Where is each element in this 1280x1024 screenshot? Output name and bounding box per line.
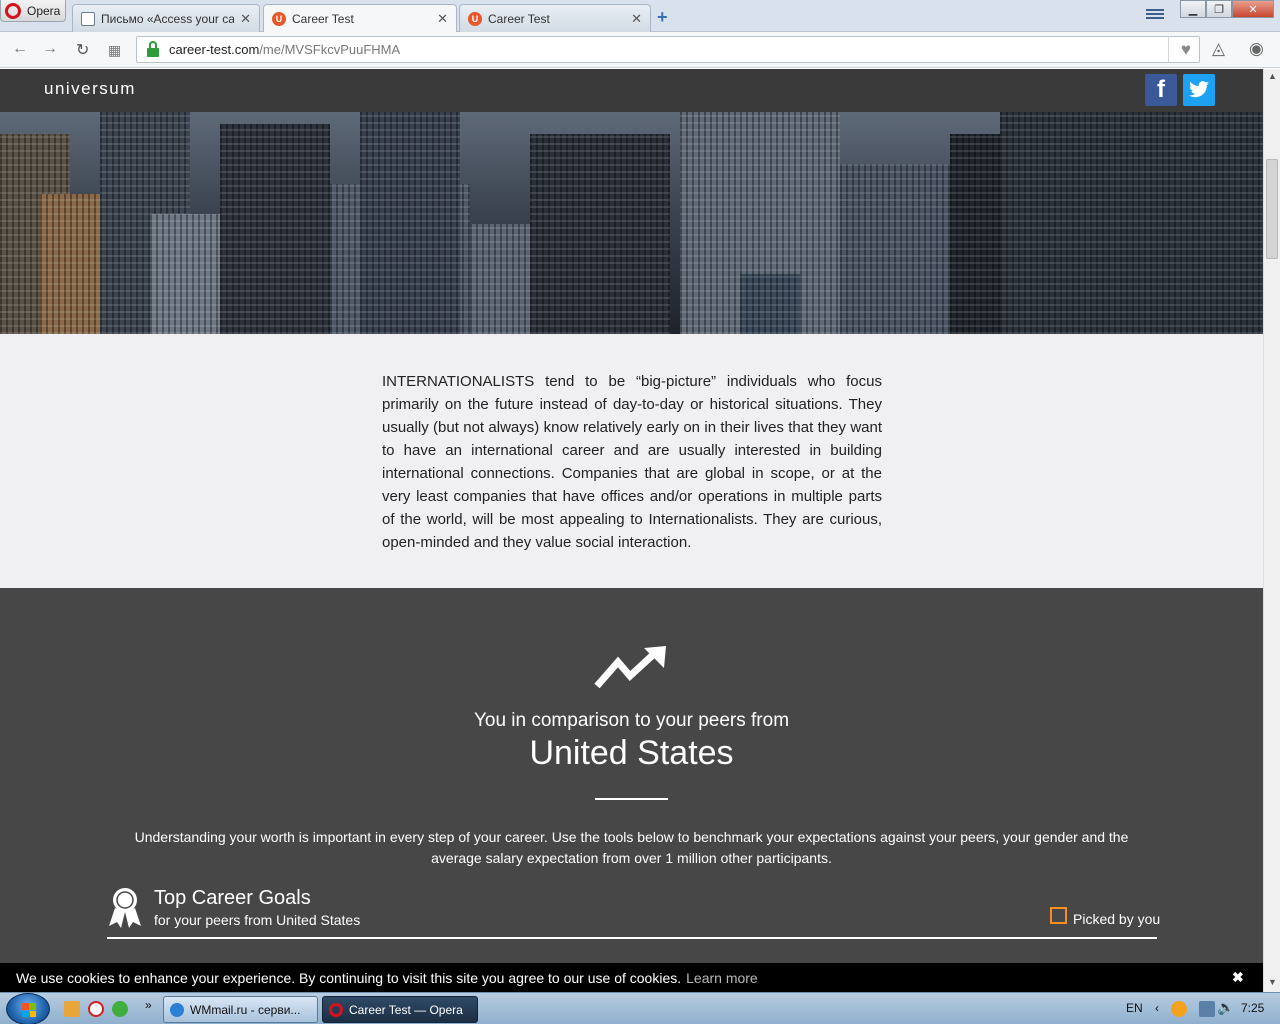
maximize-button[interactable]: ❐ (1206, 0, 1232, 18)
tab-close-icon[interactable]: ✕ (631, 11, 642, 27)
trending-up-icon (594, 646, 666, 689)
taskbar-item-label: WMmail.ru - серви... (190, 1002, 301, 1017)
speed-dial-grid-icon[interactable]: ▦ (108, 42, 121, 59)
forward-arrow-icon[interactable]: → (42, 40, 58, 58)
tab-title: Career Test (488, 11, 550, 26)
comparison-country: United States (529, 734, 734, 772)
page-scrollbar[interactable]: ▲ ▼ (1263, 69, 1280, 992)
volume-icon[interactable]: 🔈 (1217, 999, 1234, 1016)
windows-taskbar: » WMmail.ru - серви... Career Test — Ope… (0, 992, 1280, 1024)
tab-close-icon[interactable]: ✕ (437, 11, 448, 27)
reload-icon[interactable]: ↻ (76, 40, 89, 60)
profile-description-text: INTERNATIONALISTS tend to be “big-pictur… (382, 373, 882, 551)
cookie-text: We use cookies to enhance your experienc… (16, 969, 682, 986)
cookie-banner: We use cookies to enhance your experienc… (0, 963, 1263, 992)
top-career-goals-subtitle: for your peers from United States (154, 912, 361, 928)
universum-favicon-icon: U (272, 12, 286, 26)
comparison-description: Understanding your worth is important in… (134, 829, 1129, 866)
tab-mail[interactable]: Письмо «Access your care ✕ (72, 4, 260, 32)
yandex-browser-icon[interactable] (88, 1001, 104, 1017)
opera-menu-label: Opera (27, 3, 61, 18)
site-header: universum f t (0, 69, 1263, 112)
close-window-button[interactable]: ✕ (1232, 0, 1274, 18)
award-ribbon-icon (109, 888, 141, 928)
address-bar[interactable]: career-test.com/me/MVSFkcvPuuFHMA ♥ (136, 36, 1200, 63)
address-separator (1168, 37, 1169, 62)
scroll-down-arrow-icon[interactable]: ▼ (1268, 977, 1277, 987)
opera-menu-button[interactable]: Opera (0, 0, 66, 22)
section-divider (595, 798, 668, 800)
lock-icon (147, 40, 159, 57)
start-button[interactable] (6, 993, 50, 1024)
facebook-glyph: f (1157, 76, 1165, 103)
browser-navbar: ← → ↻ ▦ career-test.com/me/MVSFkcvPuuFHM… (0, 32, 1280, 68)
opera-logo-icon (5, 2, 21, 19)
top-career-goals-title: Top Career Goals (154, 887, 311, 909)
internet-explorer-icon (170, 1002, 184, 1017)
hero-cityscape-image (0, 112, 1263, 334)
taskbar-item-opera[interactable]: Career Test — Opera (322, 996, 478, 1023)
windows-logo-icon (22, 1003, 36, 1017)
tray-expand-icon[interactable]: ‹ (1155, 1001, 1159, 1015)
tab-career-test-active[interactable]: U Career Test ✕ (263, 4, 457, 33)
language-indicator[interactable]: EN (1126, 1001, 1143, 1015)
user-account-icon[interactable]: ◉ (1249, 39, 1264, 59)
twitter-bird-icon (1189, 81, 1209, 98)
universum-favicon-icon: U (468, 11, 482, 26)
cookie-learn-more-link[interactable]: Learn more (686, 970, 758, 986)
picked-legend-swatch (1050, 906, 1067, 924)
twitter-icon[interactable]: t (1183, 74, 1215, 106)
url-text[interactable]: career-test.com/me/MVSFkcvPuuFHMA (169, 42, 400, 57)
page-viewport: universum f t INTERNATIONALISTS tend (0, 69, 1263, 992)
universum-logo[interactable]: universum (44, 79, 136, 99)
media-player-icon[interactable] (64, 1001, 80, 1017)
clover-icon[interactable] (112, 1001, 128, 1017)
taskbar-item-wmmail[interactable]: WMmail.ru - серви... (163, 996, 318, 1023)
quicklaunch-more-icon[interactable]: » (145, 998, 152, 1012)
taskbar-item-label: Career Test — Opera (349, 1002, 463, 1017)
peer-comparison-section: You in comparison to your peers from Uni… (0, 588, 1263, 992)
opera-taskbar-icon (329, 1002, 343, 1017)
scroll-thumb[interactable] (1266, 159, 1278, 259)
heart-bookmark-icon[interactable]: ♥ (1181, 40, 1191, 60)
tab-menu-icon[interactable] (1146, 7, 1164, 23)
browser-tabstrip: Opera Письмо «Access your care ✕ U Caree… (0, 0, 1280, 33)
tab-career-test[interactable]: U Career Test ✕ (459, 4, 651, 32)
facebook-icon[interactable]: f (1145, 74, 1177, 106)
tab-title: Career Test (292, 12, 354, 26)
url-path: /me/MVSFkcvPuuFHMA (259, 42, 401, 57)
scroll-up-arrow-icon[interactable]: ▲ (1268, 71, 1277, 81)
new-tab-button[interactable]: + (657, 7, 668, 28)
back-arrow-icon[interactable]: ← (12, 40, 28, 58)
goals-underline (107, 937, 1157, 939)
picked-by-you-label: Picked by you (1073, 911, 1161, 927)
url-domain: career-test.com (169, 42, 260, 57)
picked-by-you-legend: Picked by you (1050, 906, 1161, 927)
clock-time[interactable]: 7:25 (1241, 1001, 1264, 1015)
mail-icon (81, 11, 95, 26)
comparison-subtitle: You in comparison to your peers from (473, 710, 790, 731)
network-icon[interactable] (1199, 1001, 1215, 1017)
tab-title: Письмо «Access your care (101, 11, 235, 26)
opera-turbo-icon[interactable]: ◬ (1212, 39, 1225, 59)
minimize-button[interactable]: ▁ (1180, 0, 1206, 18)
tab-close-icon[interactable]: ✕ (240, 11, 251, 27)
tray-app-icon[interactable] (1171, 1001, 1187, 1017)
profile-description-section: INTERNATIONALISTS tend to be “big-pictur… (0, 334, 1263, 588)
cookie-close-icon[interactable]: ✖ (1232, 969, 1244, 986)
